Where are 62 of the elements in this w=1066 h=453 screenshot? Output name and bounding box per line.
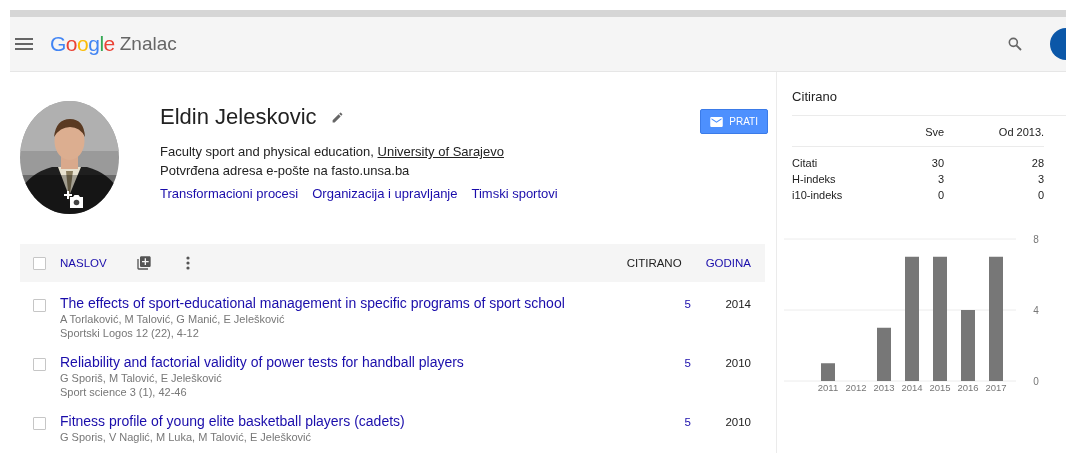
- axis-tick: 8: [1033, 234, 1039, 245]
- affiliation-text: Faculty sport and physical education,: [160, 144, 375, 159]
- pencil-icon[interactable]: [330, 110, 344, 124]
- stat-label: Citati: [792, 156, 819, 171]
- university-link[interactable]: University of Sarajevo: [377, 144, 504, 159]
- axis-label: 2015: [929, 382, 951, 393]
- cited-count-link[interactable]: 5: [641, 298, 691, 341]
- axis-label: 2012: [845, 382, 867, 393]
- stat-label: i10-indeks: [792, 188, 844, 203]
- axis-label: 2017: [985, 382, 1007, 393]
- axis-label: 2014: [901, 382, 923, 393]
- article-venue: Sportski Logos 12 (22), 4-12: [60, 327, 200, 339]
- google-logo[interactable]: Google: [50, 32, 115, 56]
- article-year: 2014: [724, 298, 751, 312]
- product-name: Znalac: [119, 33, 177, 55]
- stat-value: 28: [1030, 156, 1045, 171]
- article-title-link[interactable]: The effects of sport-educational management in specific programs of sport school: [60, 295, 641, 311]
- row-checkbox[interactable]: [33, 417, 46, 430]
- article-title-link[interactable]: Fitness profile of young elite basketball players (cadets): [60, 413, 641, 429]
- stat-value: 0: [1037, 188, 1045, 203]
- stats-column-header: Sve: [884, 116, 945, 147]
- axis-label: 2016: [957, 382, 979, 393]
- axis-label: 2013: [873, 382, 895, 393]
- search-icon[interactable]: [1007, 36, 1023, 52]
- interest-link[interactable]: Organizacija i upravljanje: [312, 186, 458, 201]
- stats-column-header: Od 2013.: [944, 116, 1045, 147]
- axis-tick: 0: [1033, 376, 1039, 387]
- select-all-checkbox[interactable]: [33, 256, 46, 270]
- article-authors: G Sporiš, M Talović, E Jelešković: [60, 372, 223, 384]
- add-photo-icon[interactable]: [64, 191, 84, 209]
- chart-bar: [877, 327, 892, 381]
- panel-title: Citirano: [792, 72, 1066, 116]
- menu-icon[interactable]: [15, 38, 33, 50]
- stat-value: 3: [937, 172, 945, 187]
- stat-value: 3: [1037, 172, 1045, 187]
- stat-value: 30: [930, 156, 945, 171]
- interest-link[interactable]: Transformacioni procesi: [160, 186, 299, 201]
- add-list-icon[interactable]: [135, 255, 152, 271]
- article-year: 2010: [724, 357, 751, 371]
- more-vert-icon[interactable]: [185, 256, 190, 270]
- row-checkbox[interactable]: [33, 299, 46, 312]
- profile-name: Eldin Jeleskovic: [160, 104, 317, 130]
- column-sort-link[interactable]: NASLOV: [60, 257, 107, 269]
- article-year: 2010: [724, 416, 751, 430]
- article-venue: Sport science 3 (1), 42-46: [60, 386, 188, 398]
- chart-bar: [961, 310, 976, 381]
- article-authors: G Sporis, V Naglić, M Luka, M Talović, E Jelešković: [60, 431, 313, 443]
- cited-count-link[interactable]: 5: [641, 416, 691, 453]
- column-sort-link[interactable]: GODINA: [705, 257, 751, 269]
- row-checkbox[interactable]: [33, 358, 46, 371]
- cited-count-link[interactable]: 5: [641, 357, 691, 400]
- stat-label: H-indeks: [792, 172, 837, 187]
- axis-tick: 4: [1033, 305, 1039, 316]
- envelope-icon: [710, 116, 724, 127]
- column-sort-link[interactable]: CITIRANO: [626, 257, 682, 269]
- interest-link[interactable]: Timski sportovi: [471, 186, 558, 201]
- email-verification: Potvrđena adresa e-pošte na fasto.unsa.ba: [160, 163, 411, 178]
- axis-label: 2011: [817, 382, 839, 393]
- article-authors: A Torlaković, M Talović, G Manić, E Jelešković: [60, 313, 286, 325]
- chart-bar: [821, 363, 836, 381]
- article-title-link[interactable]: Reliability and factorial validity of power tests for handball players: [60, 354, 641, 370]
- stat-value: 0: [937, 188, 945, 203]
